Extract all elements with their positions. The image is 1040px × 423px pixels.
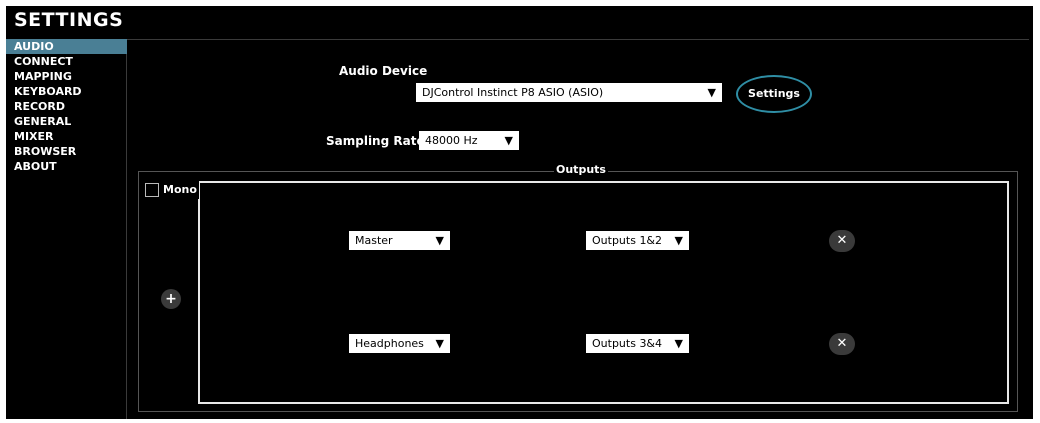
sidebar-item-about[interactable]: ABOUT [6, 159, 127, 174]
output-channel-dropdown[interactable]: Headphones ▼ [349, 334, 450, 353]
outputs-list [198, 181, 1009, 404]
sampling-rate-dropdown[interactable]: 48000 Hz ▼ [419, 131, 519, 150]
sidebar-item-record[interactable]: RECORD [6, 99, 127, 114]
sidebar-item-keyboard[interactable]: KEYBOARD [6, 84, 127, 99]
page-title: SETTINGS [14, 9, 124, 31]
sidebar-item-connect[interactable]: CONNECT [6, 54, 127, 69]
audio-device-label: Audio Device [339, 64, 428, 78]
remove-output-button[interactable]: ✕ [829, 230, 855, 252]
chevron-down-icon: ▼ [435, 234, 444, 247]
settings-window: SETTINGS AUDIO CONNECT MAPPING KEYBOARD … [6, 6, 1033, 419]
divider-top [126, 39, 1029, 40]
output-target-value: Outputs 3&4 [592, 337, 663, 350]
audio-settings-button[interactable]: Settings [736, 75, 812, 113]
sidebar: AUDIO CONNECT MAPPING KEYBOARD RECORD GE… [6, 39, 127, 174]
sidebar-item-audio[interactable]: AUDIO [6, 39, 127, 54]
chevron-down-icon: ▼ [674, 337, 683, 350]
sidebar-item-browser[interactable]: BROWSER [6, 144, 127, 159]
sidebar-item-general[interactable]: GENERAL [6, 114, 127, 129]
output-target-dropdown[interactable]: Outputs 1&2 ▼ [586, 231, 689, 250]
output-channel-dropdown[interactable]: Master ▼ [349, 231, 450, 250]
output-channel-value: Master [355, 234, 393, 247]
mono-label: Mono [163, 183, 197, 197]
sampling-rate-value: 48000 Hz [425, 134, 478, 147]
chevron-down-icon: ▼ [435, 337, 444, 350]
add-output-button[interactable]: + [161, 289, 181, 309]
chevron-down-icon: ▼ [504, 134, 513, 147]
audio-device-value: DJControl Instinct P8 ASIO (ASIO) [422, 86, 604, 99]
remove-output-button[interactable]: ✕ [829, 333, 855, 355]
audio-device-dropdown[interactable]: DJControl Instinct P8 ASIO (ASIO) ▼ [416, 83, 722, 102]
chevron-down-icon: ▼ [674, 234, 683, 247]
sampling-rate-label: Sampling Rate: [326, 134, 430, 148]
mono-checkbox[interactable] [145, 182, 159, 197]
mono-toggle[interactable]: Mono [145, 181, 199, 199]
chevron-down-icon: ▼ [707, 86, 716, 99]
sidebar-item-mixer[interactable]: MIXER [6, 129, 127, 144]
output-target-value: Outputs 1&2 [592, 234, 663, 247]
sidebar-item-mapping[interactable]: MAPPING [6, 69, 127, 84]
output-channel-value: Headphones [355, 337, 424, 350]
output-target-dropdown[interactable]: Outputs 3&4 ▼ [586, 334, 689, 353]
outputs-legend: Outputs [554, 163, 608, 176]
